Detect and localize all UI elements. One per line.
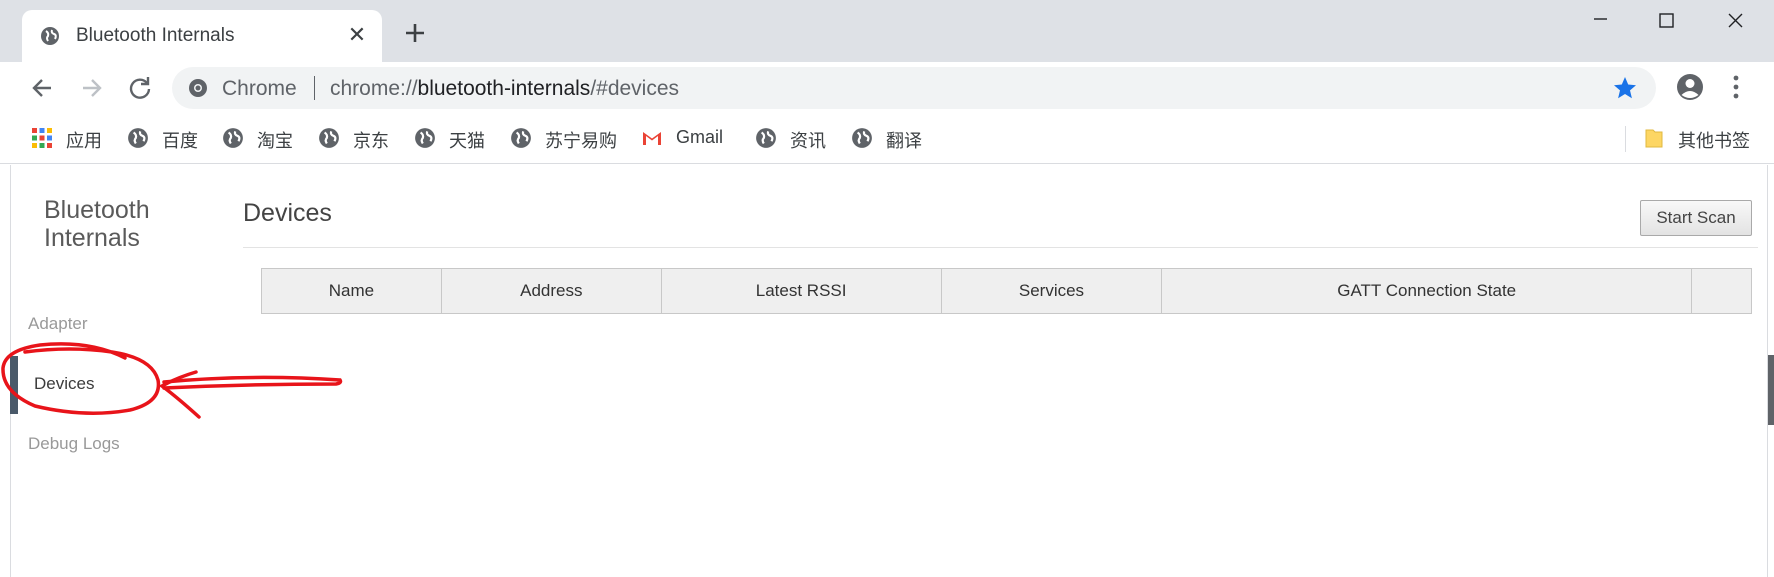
site-chip-label: Chrome <box>222 77 297 100</box>
globe-icon <box>852 128 872 148</box>
globe-icon <box>223 128 243 148</box>
bookmark-label: 百度 <box>162 131 198 151</box>
red-annotation-circle-arrow <box>1 342 343 419</box>
chrome-logo-icon <box>189 79 207 97</box>
globe-icon <box>511 128 531 148</box>
apps-grid-icon <box>32 128 52 148</box>
globe-icon <box>128 128 148 148</box>
folder-icon <box>1645 129 1663 148</box>
bookmark-star-icon[interactable] <box>1612 75 1638 101</box>
globe-icon <box>319 128 339 148</box>
table-header-row: Name Address Latest RSSI Services GATT C… <box>261 268 1752 314</box>
back-arrow-icon[interactable] <box>26 72 58 104</box>
window-close-icon[interactable] <box>1706 4 1766 40</box>
bookmark-label: 苏宁易购 <box>545 131 617 151</box>
reload-icon[interactable] <box>124 72 156 104</box>
other-bookmarks-label: 其他书签 <box>1678 131 1750 151</box>
profile-avatar-icon[interactable] <box>1675 72 1705 102</box>
new-tab-plus-icon[interactable] <box>400 18 430 48</box>
bookmarks-bar: 应用 百度 淘宝 京东 天猫 苏宁易购 Gmail 资讯 翻译 其他书签 <box>0 114 1774 164</box>
column-header-gatt-state: GATT Connection State <box>1161 268 1692 314</box>
bookmark-label: 京东 <box>353 131 389 151</box>
globe-icon <box>415 128 435 148</box>
maximize-icon[interactable] <box>1636 4 1696 40</box>
address-bar[interactable]: Chrome chrome://bluetooth-internals/#dev… <box>172 67 1656 109</box>
url-path: /#devices <box>590 77 680 100</box>
heading-divider <box>243 247 1758 248</box>
tab-close-icon[interactable]: ✕ <box>344 22 370 48</box>
page-title: Devices <box>243 199 332 227</box>
column-header-services: Services <box>940 268 1163 314</box>
url-scheme: chrome:// <box>330 77 418 100</box>
bookmark-label: 翻译 <box>886 131 922 151</box>
kebab-menu-icon[interactable] <box>1726 72 1746 102</box>
globe-icon <box>756 128 776 148</box>
bookmark-label: 资讯 <box>790 131 826 151</box>
gmail-icon <box>643 132 661 145</box>
bookmark-label: 淘宝 <box>257 131 293 151</box>
globe-icon <box>41 27 59 45</box>
bookmark-label: Gmail <box>676 127 724 147</box>
forward-arrow-icon[interactable] <box>76 72 108 104</box>
browser-toolbar: Chrome chrome://bluetooth-internals/#dev… <box>0 62 1774 114</box>
sidebar-item-adapter[interactable]: Adapter <box>28 314 88 334</box>
column-header-actions <box>1691 268 1752 314</box>
column-header-latest-rssi: Latest RSSI <box>660 268 942 314</box>
chip-separator <box>314 76 315 100</box>
minimize-icon[interactable] <box>1570 4 1630 40</box>
devices-table: Name Address Latest RSSI Services GATT C… <box>261 268 1752 314</box>
sidebar-title: Bluetooth Internals <box>44 196 150 252</box>
column-header-address: Address <box>440 268 662 314</box>
bookmarks-separator <box>1625 126 1626 152</box>
start-scan-button[interactable]: Start Scan <box>1640 200 1752 236</box>
scrollbar-thumb[interactable] <box>1768 355 1774 425</box>
column-header-name: Name <box>261 268 442 314</box>
url-host: bluetooth-internals <box>417 77 591 100</box>
tab-strip: Bluetooth Internals ✕ <box>0 0 1774 62</box>
tab-title: Bluetooth Internals <box>76 25 235 46</box>
url-text[interactable]: chrome://bluetooth-internals/#devices <box>330 77 679 101</box>
bookmark-label: 应用 <box>66 131 102 151</box>
browser-window: Bluetooth Internals ✕ Chrome chrome://bl… <box>0 0 1774 577</box>
bookmark-label: 天猫 <box>449 131 485 151</box>
browser-tab[interactable]: Bluetooth Internals ✕ <box>22 10 382 62</box>
